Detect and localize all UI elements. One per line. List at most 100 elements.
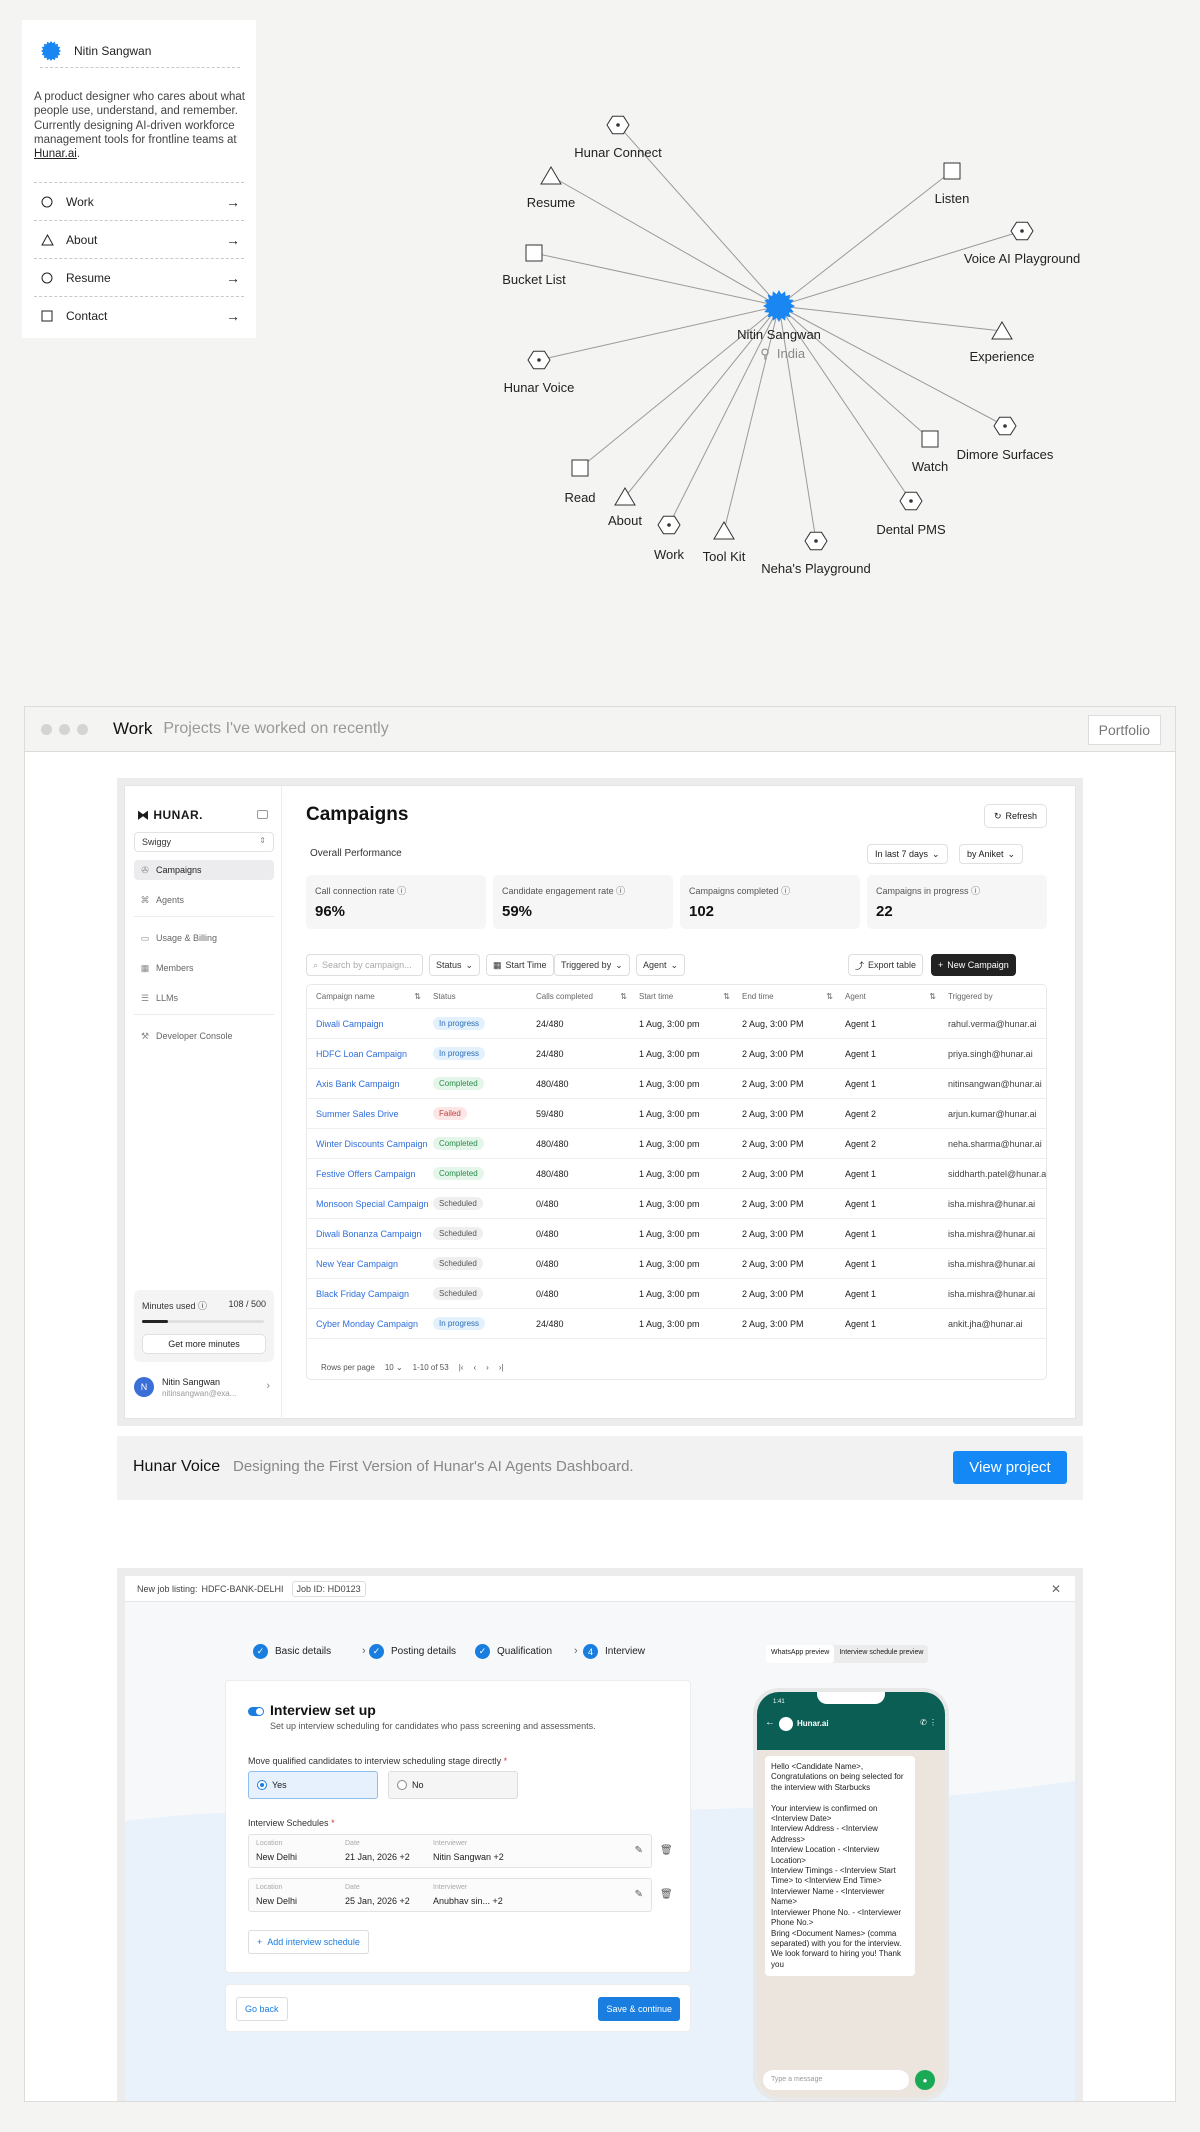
nav-resume[interactable]: Resume →: [34, 258, 244, 296]
schedule-location: New Delhi: [256, 1896, 298, 1906]
nav-work[interactable]: Work →: [34, 182, 244, 220]
save-continue-button[interactable]: Save & continue: [598, 1997, 680, 2021]
graph-node-voice-ai-playground[interactable]: Voice AI Playground: [964, 221, 1080, 266]
column-header[interactable]: Calls completed ⇅: [536, 992, 639, 1001]
campaign-link[interactable]: Diwali Campaign: [307, 1019, 433, 1029]
table-row[interactable]: Diwali Bonanza Campaign Scheduled 0/480 1 A…: [307, 1219, 1046, 1249]
sidebar-item-members[interactable]: ▦ Members: [134, 958, 274, 978]
user-profile-menu[interactable]: N Nitin Sangwan nitinsangwan@exa... ›: [134, 1372, 274, 1402]
rows-per-page-select[interactable]: 10 ⌄: [385, 1363, 403, 1372]
column-header[interactable]: Start time ⇅: [639, 992, 742, 1001]
sidebar-item-llms[interactable]: ☰ LLMs: [134, 988, 274, 1008]
sidebar-item-campaigns[interactable]: ✇ Campaigns: [134, 860, 274, 880]
graph-node-listen[interactable]: Listen: [935, 162, 970, 206]
status-filter[interactable]: Status ⌄: [429, 954, 481, 976]
table-row[interactable]: Diwali Campaign In progress 24/480 1 Aug, 3…: [307, 1009, 1046, 1039]
graph-node-dental-pms[interactable]: Dental PMS: [876, 491, 946, 537]
dot-icon: [909, 499, 913, 503]
tab-schedule-preview[interactable]: Interview schedule preview: [834, 1645, 928, 1663]
campaign-link[interactable]: Cyber Monday Campaign: [307, 1319, 433, 1329]
refresh-button[interactable]: ↻ Refresh: [983, 804, 1047, 828]
step-basic-details[interactable]: ✓ Basic details: [253, 1644, 331, 1659]
sidebar-collapse-icon[interactable]: [257, 810, 268, 819]
get-more-minutes-button[interactable]: Get more minutes: [142, 1334, 266, 1354]
table-row[interactable]: Axis Bank Campaign Completed 480/480 1 Aug,…: [307, 1069, 1046, 1099]
org-select[interactable]: Swiggy ⇕: [134, 832, 274, 852]
owner-dropdown[interactable]: by Aniket ⌄: [959, 844, 1024, 864]
column-header[interactable]: Campaign name ⇅: [307, 992, 433, 1001]
graph-node-dimore-surfaces[interactable]: Dimore Surfaces: [957, 416, 1054, 462]
radio-no[interactable]: No: [388, 1771, 518, 1799]
interview-setup-toggle[interactable]: [248, 1707, 264, 1716]
graph-node-bucket-list[interactable]: Bucket List: [502, 244, 566, 287]
step-posting-details[interactable]: ✓ Posting details: [369, 1644, 456, 1659]
last-page-icon[interactable]: ›|: [499, 1363, 504, 1372]
campaign-search-input[interactable]: ⌕ Search by campaign...: [306, 954, 423, 976]
campaign-link[interactable]: Black Friday Campaign: [307, 1289, 433, 1299]
graph-center-node[interactable]: Nitin Sangwan ⚲ India: [737, 290, 821, 361]
graph-node-about[interactable]: About: [608, 487, 642, 528]
start-time-filter[interactable]: ▦ Start Time: [486, 954, 554, 976]
tab-whatsapp-preview[interactable]: WhatsApp preview: [766, 1645, 835, 1663]
table-row[interactable]: New Year Campaign Scheduled 0/480 1 Aug, 3:…: [307, 1249, 1046, 1279]
prev-page-icon[interactable]: ‹: [473, 1363, 476, 1372]
portfolio-button[interactable]: Portfolio: [1087, 715, 1161, 745]
sidebar-item-agents[interactable]: ⌘ Agents: [134, 890, 274, 910]
campaigns-table: Campaign name ⇅ Status Calls completed ⇅…: [306, 984, 1047, 1380]
campaign-link[interactable]: Festive Offers Campaign: [307, 1169, 433, 1179]
next-page-icon[interactable]: ›: [486, 1363, 489, 1372]
graph-node-tool-kit[interactable]: Tool Kit: [703, 521, 746, 564]
column-header[interactable]: Agent ⇅: [845, 992, 948, 1001]
column-header[interactable]: Status: [433, 992, 536, 1001]
sidebar-item-usage-billing[interactable]: ▭ Usage & Billing: [134, 928, 274, 948]
add-schedule-button[interactable]: + Add interview schedule: [248, 1930, 369, 1954]
campaign-link[interactable]: HDFC Loan Campaign: [307, 1049, 433, 1059]
table-row[interactable]: Festive Offers Campaign Completed 480/480 1…: [307, 1159, 1046, 1189]
nav-about[interactable]: About →: [34, 220, 244, 258]
schedule-row[interactable]: Location New Delhi Date 21 Jan, 2026 +2 …: [248, 1834, 652, 1868]
nav-contact[interactable]: Contact →: [34, 296, 244, 334]
edit-icon[interactable]: ✎: [635, 1845, 643, 1856]
schedule-row[interactable]: Location New Delhi Date 25 Jan, 2026 +2 …: [248, 1878, 652, 1912]
campaign-link[interactable]: New Year Campaign: [307, 1259, 433, 1269]
trash-icon[interactable]: 🗑: [660, 1889, 673, 1900]
period-dropdown[interactable]: In last 7 days ⌄: [867, 844, 948, 864]
trash-icon[interactable]: 🗑: [660, 1845, 673, 1856]
campaign-link[interactable]: Axis Bank Campaign: [307, 1079, 433, 1089]
view-project-button[interactable]: View project: [953, 1451, 1067, 1484]
go-back-button[interactable]: Go back: [236, 1997, 288, 2021]
graph-node-work[interactable]: Work: [654, 515, 685, 562]
step-qualification[interactable]: ✓ Qualification: [475, 1644, 552, 1659]
sidebar-item-developer-console[interactable]: ⚒ Developer Console: [134, 1026, 274, 1046]
step-interview[interactable]: 4 Interview: [583, 1644, 645, 1659]
triggered-by-filter[interactable]: Triggered by ⌄: [554, 954, 630, 976]
graph-node-watch[interactable]: Watch: [912, 430, 948, 474]
table-row[interactable]: Cyber Monday Campaign In progress 24/480 1 …: [307, 1309, 1046, 1339]
table-row[interactable]: Monsoon Special Campaign Scheduled 0/480 1 …: [307, 1189, 1046, 1219]
campaign-link[interactable]: Diwali Bonanza Campaign: [307, 1229, 433, 1239]
campaign-link[interactable]: Winter Discounts Campaign: [307, 1139, 433, 1149]
graph-node-resume[interactable]: Resume: [527, 166, 575, 210]
table-row[interactable]: HDFC Loan Campaign In progress 24/480 1 Aug…: [307, 1039, 1046, 1069]
graph-node-hunar-connect[interactable]: Hunar Connect: [574, 115, 662, 160]
radio-yes[interactable]: Yes: [248, 1771, 378, 1799]
edit-icon[interactable]: ✎: [635, 1889, 643, 1900]
hunar-link[interactable]: Hunar.ai: [34, 148, 77, 160]
graph-node-neha-s-playground[interactable]: Neha's Playground: [761, 531, 871, 576]
graph-node-hunar-voice[interactable]: Hunar Voice: [504, 350, 575, 395]
graph-node-read[interactable]: Read: [564, 459, 596, 505]
campaign-link[interactable]: Monsoon Special Campaign: [307, 1199, 433, 1209]
logo-mark-icon: ⧓: [137, 808, 154, 822]
new-campaign-button[interactable]: + New Campaign: [931, 954, 1016, 976]
close-icon[interactable]: ✕: [1051, 1582, 1061, 1596]
table-row[interactable]: Summer Sales Drive Failed 59/480 1 Aug, 3:0…: [307, 1099, 1046, 1129]
profile-name: Nitin Sangwan: [74, 43, 152, 58]
column-header[interactable]: Triggered by: [948, 992, 1046, 1001]
export-table-button[interactable]: ⤴ Export table: [848, 954, 924, 976]
column-header[interactable]: End time ⇅: [742, 992, 845, 1001]
table-row[interactable]: Winter Discounts Campaign Completed 480/48…: [307, 1129, 1046, 1159]
agent-filter[interactable]: Agent ⌄: [636, 954, 686, 976]
table-row[interactable]: Black Friday Campaign Scheduled 0/480 1 Aug…: [307, 1279, 1046, 1309]
campaign-link[interactable]: Summer Sales Drive: [307, 1109, 433, 1119]
first-page-icon[interactable]: |‹: [459, 1363, 464, 1372]
